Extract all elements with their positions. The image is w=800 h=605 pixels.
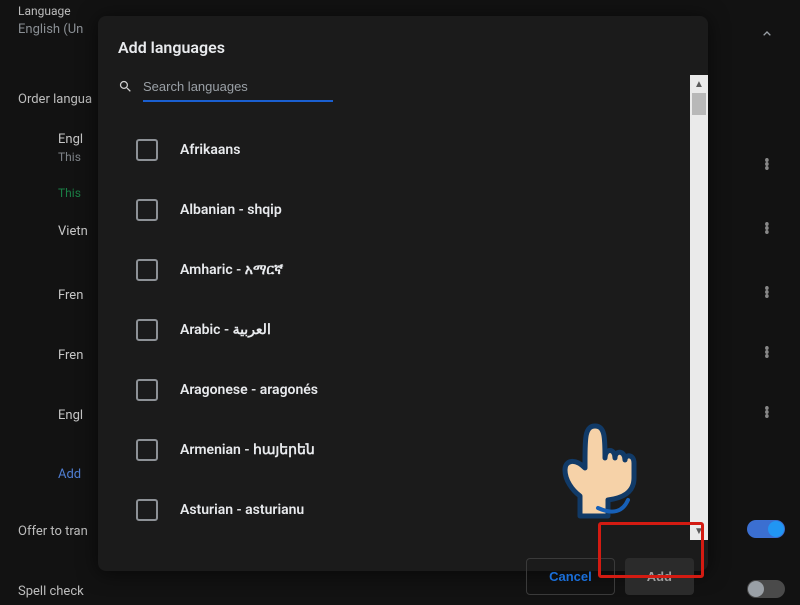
search-input[interactable] xyxy=(143,75,333,102)
modal-title: Add languages xyxy=(98,16,708,75)
scroll-up-icon[interactable]: ▲ xyxy=(690,75,708,93)
kebab-icon[interactable]: ••• xyxy=(764,408,770,420)
language-label: Armenian - հայերեն xyxy=(180,442,315,458)
language-option[interactable]: Aragonese - aragonés xyxy=(116,360,704,420)
kebab-icon[interactable]: ••• xyxy=(764,288,770,300)
language-option[interactable]: Afrikaans xyxy=(116,120,704,180)
language-list: Afrikaans Albanian - shqip Amharic - አማር… xyxy=(116,120,704,540)
scroll-thumb[interactable] xyxy=(692,93,706,115)
language-label: Aragonese - aragonés xyxy=(180,382,318,398)
language-option[interactable]: Asturian - asturianu xyxy=(116,480,704,540)
checkbox[interactable] xyxy=(136,379,158,401)
checkbox[interactable] xyxy=(136,499,158,521)
language-label: Asturian - asturianu xyxy=(180,502,304,518)
cancel-button[interactable]: Cancel xyxy=(526,558,615,595)
language-option[interactable]: Armenian - հայերեն xyxy=(116,420,704,480)
language-option[interactable]: Amharic - አማርኛ xyxy=(116,240,704,300)
search-icon xyxy=(118,79,133,98)
add-languages-modal: Add languages Afrikaans Albanian - shqip xyxy=(98,16,708,571)
checkbox[interactable] xyxy=(136,319,158,341)
checkbox[interactable] xyxy=(136,259,158,281)
language-label: Albanian - shqip xyxy=(180,202,282,218)
spell-check-toggle[interactable] xyxy=(747,580,785,598)
language-option[interactable]: Albanian - shqip xyxy=(116,180,704,240)
kebab-icon[interactable]: ••• xyxy=(764,224,770,236)
checkbox[interactable] xyxy=(136,439,158,461)
scroll-down-icon[interactable]: ▼ xyxy=(690,522,708,540)
language-option[interactable]: Arabic - العربية xyxy=(116,300,704,360)
kebab-icon[interactable]: ••• xyxy=(764,348,770,360)
language-label: Afrikaans xyxy=(180,142,240,158)
add-button[interactable]: Add xyxy=(625,558,694,595)
scrollbar[interactable]: ▲ ▼ xyxy=(690,75,708,540)
checkbox[interactable] xyxy=(136,139,158,161)
checkbox[interactable] xyxy=(136,199,158,221)
kebab-icon[interactable]: ••• xyxy=(764,160,770,172)
offer-translate-toggle[interactable] xyxy=(747,520,785,538)
language-label: Amharic - አማርኛ xyxy=(180,262,283,278)
language-label: Arabic - العربية xyxy=(180,322,271,338)
